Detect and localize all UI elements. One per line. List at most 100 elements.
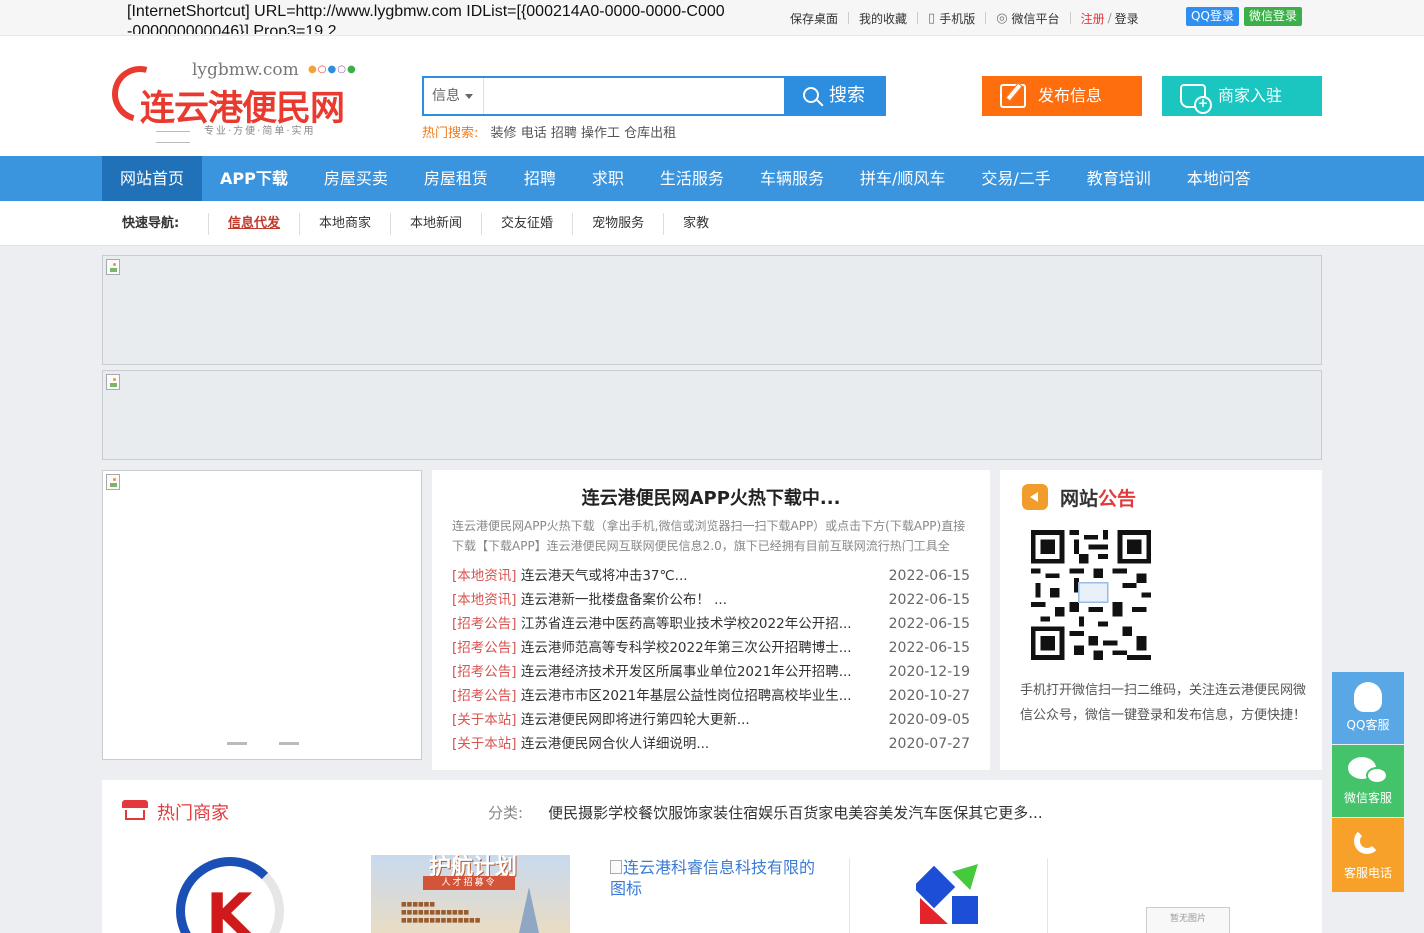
category-link[interactable]: 摄影 [578,802,608,823]
category-link[interactable]: 便民 [548,802,578,823]
phone-icon [1354,828,1380,854]
nav-item-life-service[interactable]: 生活服务 [642,156,742,201]
save-desktop-link[interactable]: 保存桌面 [790,10,838,27]
nav-item-job-seek[interactable]: 求职 [574,156,642,201]
nav-item-house-rent[interactable]: 房屋租赁 [406,156,506,201]
wechat-service-button[interactable]: 微信客服 [1332,745,1404,817]
merchant-logo-blocks[interactable] [916,862,980,926]
merchant-logo-k[interactable]: K [172,855,288,933]
merchant-no-image[interactable]: 暂无图片 [1146,907,1230,933]
divider [1069,12,1071,24]
list-item[interactable]: [关于本站] 连云港便民网即将进行第四轮大更新... 2020-09-05 [452,708,970,732]
speaker-icon [1022,484,1048,510]
category-link[interactable]: 家装 [698,802,728,823]
more-categories-link[interactable]: 更多... [998,802,1042,823]
hot-word[interactable]: 装修 [491,126,517,141]
shortcut-text: [InternetShortcut] URL=http://www.lygbmw… [127,3,725,34]
publish-info-button[interactable]: 发布信息 [982,76,1142,116]
qq-service-button[interactable]: QQ客服 [1332,672,1404,744]
category-link[interactable]: 餐饮 [638,802,668,823]
nav-item-trade[interactable]: 交易/二手 [963,156,1068,201]
category-link[interactable]: 家电 [818,802,848,823]
quick-item-dating[interactable]: 交友征婚 [481,213,572,235]
hot-word[interactable]: 电话 [521,126,547,141]
quick-item-posting[interactable]: 信息代发 [208,213,299,235]
nav-item-house-sale[interactable]: 房屋买卖 [306,156,406,201]
nav-item-home[interactable]: 网站首页 [102,156,203,201]
quick-item-pets[interactable]: 宠物服务 [572,213,663,235]
category-link[interactable]: 服饰 [668,802,698,823]
logo-domain: lygbmw.com [192,60,299,80]
divider [985,12,987,24]
mobile-link[interactable]: 手机版 [939,10,975,27]
nav-item-jobs[interactable]: 招聘 [506,156,574,201]
news-list: [本地资讯] 连云港天气或将冲击37℃... 2022-06-15 [本地资讯] … [452,564,970,756]
logo-dots-icon: ●○●○● [308,64,357,75]
category-link[interactable]: 百货 [788,802,818,823]
merchant-categories: 分类: 便民 摄影 学校 餐饮 服饰 家装 住宿 娱乐 百货 家电 美容美发 汽… [488,802,1043,823]
category-link[interactable]: 住宿 [728,802,758,823]
news-panel: 连云港便民网APP火热下载中... 连云港便民网APP火热下载（拿出手机,微信或… [432,470,990,770]
hot-word[interactable]: 仓库出租 [624,126,676,141]
search-button[interactable]: 搜索 [784,78,884,114]
category-link[interactable]: 美容美发 [848,802,908,823]
nav-item-qa[interactable]: 本地问答 [1169,156,1269,201]
search-icon [803,87,819,103]
wechat-login-button[interactable]: 微信登录 [1244,7,1302,26]
broken-image-icon [610,860,622,874]
list-item[interactable]: [招考公告] 连云港市市区2021年基层公益性岗位招聘高校毕业生... 2020-… [452,684,970,708]
hot-word[interactable]: 操作工 [581,126,620,141]
category-link[interactable]: 娱乐 [758,802,788,823]
quick-item-local-shops[interactable]: 本地商家 [299,213,390,235]
top-bar: [InternetShortcut] URL=http://www.lygbmw… [0,0,1424,36]
site-logo[interactable]: lygbmw.com ●○●○● 连云港便民网 专业·方便·简单·实用 [101,55,372,140]
notice-panel: 网站公告 手机打开微信扫一扫二维码，关注连云港便民网微信公众号，微信一键登录和发… [1000,470,1322,770]
login-link[interactable]: 登录 [1115,10,1139,27]
search-category-select[interactable]: 信息 [424,78,484,114]
search-box: 信息 搜索 [422,76,886,116]
broken-image-icon [106,259,120,275]
shop-icon [122,800,148,822]
nav-item-vehicle[interactable]: 车辆服务 [742,156,842,201]
search-input[interactable] [486,78,784,114]
slider-dot[interactable] [279,742,299,745]
list-item[interactable]: [招考公告] 江苏省连云港中医药高等职业技术学校2022年公开招... 2022-… [452,612,970,636]
qq-login-button[interactable]: QQ登录 [1186,7,1239,26]
wechat-platform-link[interactable]: 微信平台 [1012,10,1060,27]
banner-ad-2[interactable] [102,370,1322,460]
favorites-link[interactable]: 我的收藏 [859,10,907,27]
divider [848,12,850,24]
register-link[interactable]: 注册 [1081,10,1105,27]
divider [917,12,919,24]
qq-icon [1354,682,1382,712]
quick-item-local-news[interactable]: 本地新闻 [390,213,481,235]
list-item[interactable]: [招考公告] 连云港师范高等专科学校2022年第三次公开招聘博士... 2022-… [452,636,970,660]
nav-item-education[interactable]: 教育培训 [1069,156,1169,201]
list-item[interactable]: [本地资讯] 连云港天气或将冲击37℃... 2022-06-15 [452,564,970,588]
phone-service-button[interactable]: 客服电话 [1332,818,1404,892]
tower-graphic [519,887,539,933]
list-item[interactable]: [本地资讯] 连云港新一批楼盘备案价公布！ ... 2022-06-15 [452,588,970,612]
wechat-icon-bubble [1366,767,1388,784]
slider-dot[interactable] [227,742,247,745]
hot-search: 热门搜索: 装修 电话 招聘 操作工 仓库出租 [422,122,676,141]
category-link[interactable]: 汽车 [908,802,938,823]
nav-item-app[interactable]: APP下载 [202,156,306,201]
banner-ad-1[interactable] [102,255,1322,365]
news-headline[interactable]: 连云港便民网APP火热下载中... [432,484,990,510]
logo-slogan: 专业·方便·简单·实用 [142,122,372,148]
category-link[interactable]: 学校 [608,802,638,823]
nav-item-carpool[interactable]: 拼车/顺风车 [842,156,963,201]
list-item[interactable]: [关于本站] 连云港便民网合伙人详细说明... 2020-07-27 [452,732,970,756]
merchant-poster[interactable]: 护航计划 人才招募令 ■■■■■■ ■■■■■■■■■■■■ ■■■■■■■■■■■… [371,855,570,933]
merchant-join-button[interactable]: 商家入驻 [1162,76,1322,116]
slash: / [1107,11,1112,25]
merchant-logo-broken[interactable]: 连云港科睿信息科技有限的图标 [610,857,820,899]
list-item[interactable]: [招考公告] 连云港经济技术开发区所属事业单位2021年公开招聘... 2020-… [452,660,970,684]
category-link[interactable]: 其它 [968,802,998,823]
hot-word[interactable]: 招聘 [551,126,577,141]
category-link[interactable]: 医保 [938,802,968,823]
image-slider[interactable] [102,470,422,760]
notice-title: 网站公告 [1060,488,1137,510]
quick-item-tutor[interactable]: 家教 [663,213,728,235]
